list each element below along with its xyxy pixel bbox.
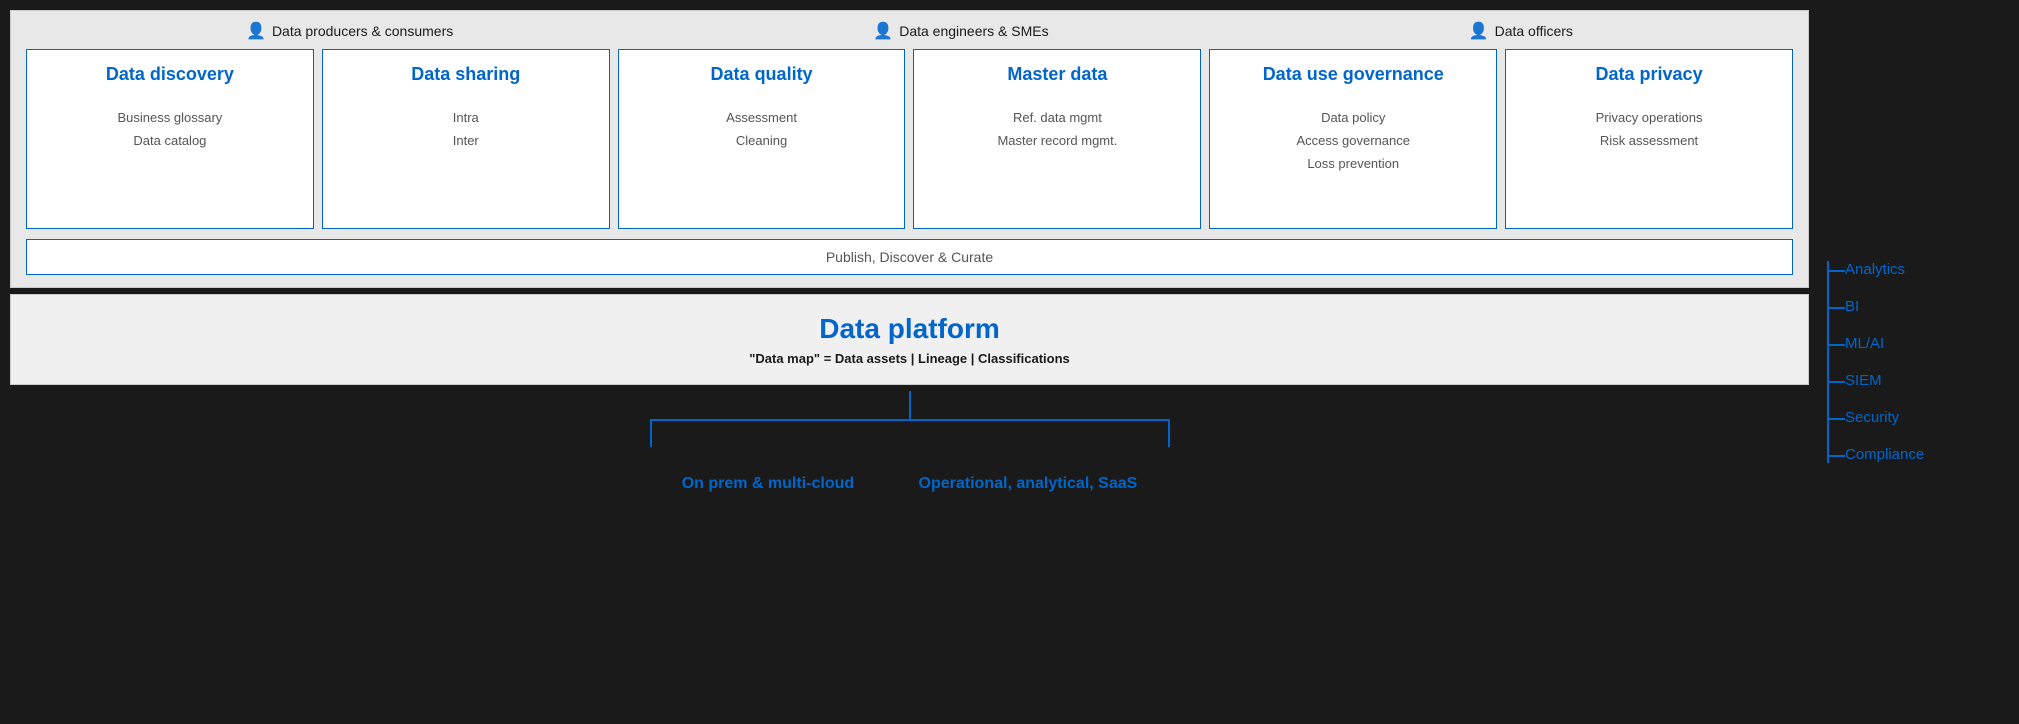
gov-box-quality-item-2: Cleaning — [726, 129, 797, 152]
persona-officers: 👤 Data officers — [1469, 21, 1573, 41]
sidebar-label-security: Security — [1845, 409, 1899, 426]
sidebar-item-bi: BI — [1829, 288, 1999, 325]
platform-subtitle: "Data map" = Data assets | Lineage | Cla… — [26, 351, 1793, 366]
gov-box-privacy-items: Privacy operations Risk assessment — [1596, 106, 1703, 153]
publish-bar: Publish, Discover & Curate — [26, 239, 1793, 275]
gov-box-master: Master data Ref. data mgmt Master record… — [913, 49, 1201, 229]
gov-box-use-gov: Data use governance Data policy Access g… — [1209, 49, 1497, 229]
gov-box-master-item-2: Master record mgmt. — [997, 129, 1117, 152]
gov-box-discovery-item-1: Business glossary — [118, 106, 223, 129]
gov-box-discovery-item-2: Data catalog — [118, 129, 223, 152]
gov-box-discovery-title: Data discovery — [106, 64, 234, 86]
gov-box-privacy: Data privacy Privacy operations Risk ass… — [1505, 49, 1793, 229]
sidebar-item-analytics: Analytics — [1829, 251, 1999, 288]
person-icon-1: 👤 — [246, 21, 266, 41]
gov-box-sharing-title: Data sharing — [411, 64, 520, 86]
gov-boxes-row: Data discovery Business glossary Data ca… — [26, 49, 1793, 229]
gov-box-master-items: Ref. data mgmt Master record mgmt. — [997, 106, 1117, 153]
gov-box-quality-item-1: Assessment — [726, 106, 797, 129]
bracket-top — [650, 419, 1170, 421]
gov-box-sharing-item-1: Intra — [453, 106, 479, 129]
person-icon-3: 👤 — [1469, 21, 1489, 41]
persona-engineers: 👤 Data engineers & SMEs — [873, 21, 1048, 41]
sidebar-label-mlai: ML/AI — [1845, 335, 1884, 352]
sidebar-item-security: Security — [1829, 399, 1999, 436]
gov-box-use-gov-items: Data policy Access governance Loss preve… — [1297, 106, 1410, 176]
gov-box-quality: Data quality Assessment Cleaning — [618, 49, 906, 229]
sidebar-label-compliance: Compliance — [1845, 446, 1924, 463]
persona-producers: 👤 Data producers & consumers — [246, 21, 453, 41]
gov-box-use-gov-title: Data use governance — [1263, 64, 1444, 86]
sidebar-label-bi: BI — [1845, 298, 1859, 315]
gov-box-master-item-1: Ref. data mgmt — [997, 106, 1117, 129]
sources-section: On prem & multi-cloud Operational, analy… — [10, 391, 1809, 503]
persona-label-1: Data producers & consumers — [272, 23, 453, 39]
bracket-right — [1168, 419, 1170, 447]
gov-box-sharing-items: Intra Inter — [453, 106, 479, 153]
bracket-container — [650, 419, 1170, 447]
gov-box-privacy-title: Data privacy — [1596, 64, 1703, 86]
sources-labels: On prem & multi-cloud Operational, analy… — [650, 475, 1170, 493]
gov-box-master-title: Master data — [1007, 64, 1107, 86]
gov-box-discovery: Data discovery Business glossary Data ca… — [26, 49, 314, 229]
sidebar-label-siem: SIEM — [1845, 372, 1882, 389]
vertical-connector — [909, 391, 911, 419]
governance-section: 👤 Data producers & consumers 👤 Data engi… — [10, 10, 1809, 288]
gov-box-use-gov-item-2: Access governance — [1297, 129, 1410, 152]
platform-title: Data platform — [26, 313, 1793, 345]
person-icon-2: 👤 — [873, 21, 893, 41]
sidebar-item-compliance: Compliance — [1829, 436, 1999, 473]
right-sidebar: Analytics BI ML/AI SIEM Security Complia… — [1819, 0, 2019, 724]
sidebar-item-mlai: ML/AI — [1829, 325, 1999, 362]
persona-label-3: Data officers — [1495, 23, 1573, 39]
persona-label-2: Data engineers & SMEs — [899, 23, 1048, 39]
sidebar-label-analytics: Analytics — [1845, 261, 1905, 278]
source-label-2: Operational, analytical, SaaS — [919, 475, 1138, 493]
gov-box-privacy-item-2: Risk assessment — [1596, 129, 1703, 152]
main-content: 👤 Data producers & consumers 👤 Data engi… — [0, 0, 1819, 724]
gov-box-use-gov-item-1: Data policy — [1297, 106, 1410, 129]
source-label-1: On prem & multi-cloud — [682, 475, 854, 493]
gov-box-privacy-item-1: Privacy operations — [1596, 106, 1703, 129]
persona-row: 👤 Data producers & consumers 👤 Data engi… — [26, 21, 1793, 41]
bracket-left — [650, 419, 652, 447]
sidebar-item-siem: SIEM — [1829, 362, 1999, 399]
gov-box-sharing-item-2: Inter — [453, 129, 479, 152]
gov-box-quality-title: Data quality — [711, 64, 813, 86]
gov-box-use-gov-item-3: Loss prevention — [1297, 152, 1410, 175]
sources-connectors: On prem & multi-cloud Operational, analy… — [10, 391, 1809, 493]
platform-section: Data platform "Data map" = Data assets |… — [10, 294, 1809, 385]
gov-box-sharing: Data sharing Intra Inter — [322, 49, 610, 229]
sidebar-items: Analytics BI ML/AI SIEM Security Complia… — [1829, 251, 1999, 473]
gov-box-quality-items: Assessment Cleaning — [726, 106, 797, 153]
gov-box-discovery-items: Business glossary Data catalog — [118, 106, 223, 153]
